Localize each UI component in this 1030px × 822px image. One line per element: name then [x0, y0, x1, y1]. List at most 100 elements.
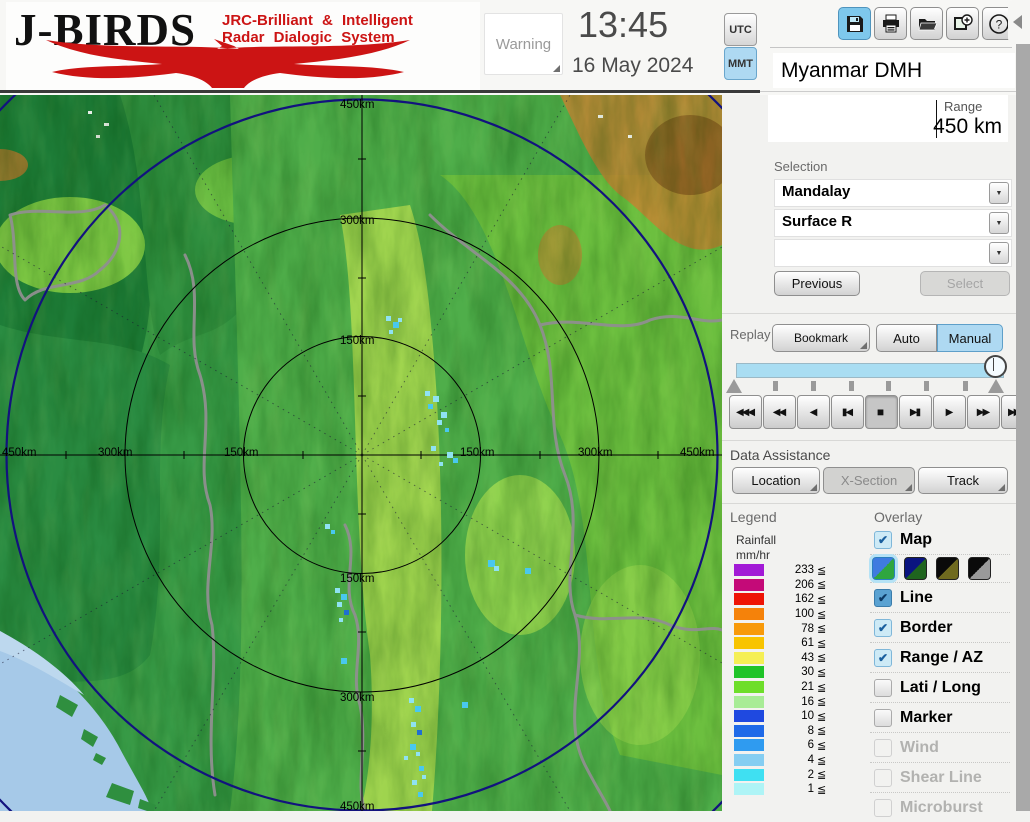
save-button[interactable]: [838, 7, 871, 40]
chevron-left-icon: [1013, 15, 1022, 29]
range-value: 450 km: [933, 115, 1002, 138]
overlay-item-lati-long[interactable]: Lati / Long: [870, 672, 1010, 702]
radar-echo: [404, 756, 408, 760]
range-ring-label: 300km: [98, 447, 133, 459]
checkbox[interactable]: ✔: [874, 530, 892, 549]
legend-value: 2: [807, 768, 814, 781]
overlay-item-marker[interactable]: Marker: [870, 702, 1010, 732]
map-style-black-gray[interactable]: [968, 557, 991, 580]
legend-swatch: [734, 593, 764, 606]
legend-swatch: [734, 681, 764, 694]
overlay-item-shear-line[interactable]: Shear Line: [870, 762, 1010, 792]
chevron-down-icon[interactable]: ▼: [989, 182, 1009, 204]
auto-button[interactable]: Auto: [876, 324, 937, 352]
overlay-item-range-az[interactable]: ✔ Range / AZ: [870, 642, 1010, 672]
select-button[interactable]: Select: [920, 271, 1010, 296]
chevron-down-icon[interactable]: ▼: [989, 212, 1009, 234]
range-ring-label: 450km: [340, 801, 375, 811]
site-dropdown[interactable]: Mandalay ▼: [774, 179, 1012, 207]
map-style-blue-green[interactable]: [872, 557, 895, 580]
legend-value: 8: [807, 724, 814, 737]
radar-echo: [433, 396, 439, 402]
legend-swatch: [734, 754, 764, 767]
play-button[interactable]: ▶: [933, 395, 966, 429]
bookmark-button[interactable]: Bookmark: [772, 324, 870, 352]
radar-echo: [339, 618, 343, 622]
radar-map[interactable]: 450km 300km 150km 150km 300km 450km 450km 300km…: [0, 95, 722, 811]
legend-value: 1: [807, 783, 814, 796]
station-name: Myanmar DMH: [773, 53, 1015, 88]
radar-echo: [425, 391, 430, 396]
replay-tick: [886, 381, 891, 391]
checkbox[interactable]: ✔: [874, 618, 892, 637]
legend-operator: ≦: [817, 579, 827, 592]
x-section-button[interactable]: X-Section: [823, 467, 915, 494]
map-style-black-olive[interactable]: [936, 557, 959, 580]
legend-operator: ≦: [817, 623, 827, 636]
product-dropdown[interactable]: Surface R ▼: [774, 209, 1012, 237]
location-button[interactable]: Location: [732, 467, 820, 494]
track-button[interactable]: Track: [918, 467, 1008, 494]
print-icon: [882, 14, 899, 32]
play-reverse-button[interactable]: ◀: [797, 395, 830, 429]
mmt-button[interactable]: MMT: [724, 47, 757, 80]
legend-value: 10: [801, 710, 814, 723]
radar-echo: [462, 702, 468, 708]
overlay-item-wind[interactable]: Wind: [870, 732, 1010, 762]
warning-button[interactable]: Warning: [484, 13, 563, 75]
playback-controls: ◀◀◀◀◀◀▮◀■▶▮▶▶▶▶▶▶: [729, 395, 1030, 429]
radar-echo: [445, 428, 449, 432]
overlay-item-microburst[interactable]: Microburst: [870, 792, 1010, 822]
legend-operator: ≦: [817, 666, 827, 679]
previous-button[interactable]: Previous: [774, 271, 860, 296]
checkbox[interactable]: [874, 678, 892, 697]
replay-tick: [849, 381, 854, 391]
radar-echo: [412, 780, 417, 785]
legend-operator: ≦: [817, 608, 827, 621]
replay-slider-track[interactable]: [736, 363, 1004, 378]
utc-button[interactable]: UTC: [724, 13, 757, 46]
checkbox[interactable]: [874, 708, 892, 727]
radar-echo: [344, 610, 349, 615]
legend-operator: ≦: [817, 783, 827, 796]
legend-value: 4: [807, 754, 814, 767]
replay-slider-handle[interactable]: [984, 355, 1007, 378]
replay-end-marker[interactable]: [988, 379, 1004, 393]
replay-tick: [963, 381, 968, 391]
add-image-icon: [953, 13, 973, 30]
overlay-item-line[interactable]: ✔ Line: [870, 582, 1010, 612]
clock-date: 16 May 2024: [572, 54, 694, 77]
step-last-button[interactable]: ▶▮: [899, 395, 932, 429]
open-folder-button[interactable]: [910, 7, 943, 40]
radar-echo: [341, 594, 347, 600]
map-style-navy-green[interactable]: [904, 557, 927, 580]
rewind-triple-button[interactable]: ◀◀◀: [729, 395, 762, 429]
divider: [722, 503, 1016, 504]
chevron-down-icon[interactable]: ▼: [989, 242, 1009, 264]
checkbox[interactable]: ✔: [874, 648, 892, 667]
panel-collapse-tab[interactable]: [1008, 0, 1030, 44]
overlay-item-border[interactable]: ✔ Border: [870, 612, 1010, 642]
panel-scroll-strip[interactable]: [1016, 0, 1030, 811]
manual-button[interactable]: Manual: [937, 324, 1003, 352]
checkbox: [874, 738, 892, 757]
legend-value: 43: [801, 651, 814, 664]
add-image-button[interactable]: [946, 7, 979, 40]
legend-swatch: [734, 768, 764, 781]
stop-button[interactable]: ■: [865, 395, 898, 429]
range-ring-label: 450km: [340, 99, 375, 111]
forward-double-button[interactable]: ▶▶: [967, 395, 1000, 429]
radar-echo: [525, 568, 531, 574]
toolbar: ?: [838, 7, 1015, 40]
checkbox[interactable]: ✔: [874, 588, 892, 607]
legend-operator: ≦: [817, 754, 827, 767]
replay-start-marker[interactable]: [726, 379, 742, 393]
radar-echo: [341, 658, 347, 664]
overlay-item-map[interactable]: ✔ Map: [870, 525, 1010, 554]
print-button[interactable]: [874, 7, 907, 40]
radar-echo: [410, 744, 416, 750]
rewind-double-button[interactable]: ◀◀: [763, 395, 796, 429]
legend-value: 206: [794, 578, 814, 591]
extra-dropdown[interactable]: ▼: [774, 239, 1012, 267]
step-first-button[interactable]: ▮◀: [831, 395, 864, 429]
